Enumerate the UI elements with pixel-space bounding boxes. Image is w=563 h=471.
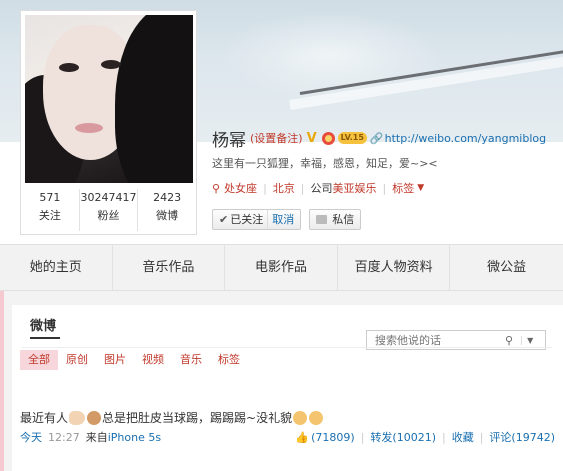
city-link[interactable]: 北京: [273, 180, 295, 196]
tab-home[interactable]: 她的主页: [0, 245, 113, 290]
like-count[interactable]: (71809): [311, 431, 355, 444]
stat-posts[interactable]: 2423 微博: [138, 189, 196, 231]
repost-link[interactable]: 转发(10021): [370, 429, 436, 445]
chevron-down-icon[interactable]: ▼: [521, 335, 533, 345]
post-text-part2: 总是把肚皮当球踢，踢踢踢~没礼貌: [102, 411, 293, 425]
divider: [22, 347, 552, 348]
name-row: 杨幂 (设置备注) V LV.15 🔗 http://weibo.com/yan…: [212, 126, 546, 151]
separator: |: [360, 430, 365, 444]
search-input[interactable]: [367, 333, 497, 347]
set-remark-link[interactable]: (设置备注): [250, 130, 303, 146]
filter-music[interactable]: 音乐: [172, 350, 210, 370]
followed-label: 已关注: [230, 213, 264, 226]
post-text: 最近有人 总是把肚皮当球踢，踢踢踢~没礼貌: [20, 409, 324, 426]
left-accent: [0, 291, 4, 471]
stat-followers[interactable]: 30247417 粉丝: [80, 189, 139, 231]
stat-following[interactable]: 571 关注: [21, 189, 80, 231]
filter-images[interactable]: 图片: [96, 350, 134, 370]
level-badge[interactable]: LV.15: [337, 132, 367, 144]
member-icon[interactable]: [321, 131, 335, 145]
stat-value: 30247417: [80, 191, 137, 204]
post-from-label: 来自: [85, 431, 108, 444]
profile-tabs: 她的主页 音乐作品 电影作品 百度人物资料 微公益: [0, 244, 563, 291]
followed-button[interactable]: ✔ 已关注 取消: [212, 209, 302, 230]
comment-link[interactable]: 评论(19742): [489, 429, 555, 445]
tab-movies[interactable]: 电影作品: [225, 245, 338, 290]
verified-v-icon[interactable]: V: [307, 132, 320, 145]
avatar-eye-left: [59, 63, 79, 72]
tab-music[interactable]: 音乐作品: [113, 245, 226, 290]
filter-original[interactable]: 原创: [58, 350, 96, 370]
feed-panel: 微博 ⚲ ▼ 全部 原创 图片 视频 音乐 标签 最近有人 总是把肚皮当球踢，踢…: [12, 305, 563, 471]
feed-title-underline: [30, 337, 60, 339]
profile-name: 杨幂: [212, 130, 246, 151]
separator: |: [382, 181, 387, 195]
filter-tags[interactable]: 标签: [210, 350, 248, 370]
profile-bio: 这里有一只狐狸，幸福，感恩，知足，爱~><: [212, 157, 438, 170]
post-device-link[interactable]: iPhone 5s: [108, 431, 161, 444]
link-icon: 🔗: [369, 131, 384, 145]
message-label: 私信: [332, 213, 355, 226]
search-icon[interactable]: ⚲: [505, 334, 513, 347]
feed-title: 微博: [30, 319, 57, 334]
thumbs-up-icon[interactable]: 👍: [295, 431, 309, 444]
stat-value: 2423: [153, 191, 182, 204]
angry-face-emoji-icon: [309, 410, 324, 425]
monkey-emoji-icon: [87, 410, 102, 425]
post-actions: 👍 (71809) | 转发(10021) | 收藏 | 评论(19742): [295, 429, 555, 445]
profile-url-link[interactable]: http://weibo.com/yangmiblog: [385, 132, 546, 145]
dizzy-face-emoji-icon: [293, 410, 308, 425]
tags-dropdown[interactable]: 标签: [392, 180, 414, 196]
stat-label: 关注: [38, 209, 61, 222]
profile-info-row: ⚲ 处女座 | 北京 | 公司 美亚娱乐 | 标签 ▼: [212, 180, 424, 196]
separator: |: [300, 181, 305, 195]
company-prefix: 公司: [310, 182, 333, 195]
profile-stats: 571 关注 30247417 粉丝 2423 微博: [21, 189, 196, 231]
post-time-link[interactable]: 今天: [20, 429, 42, 445]
tab-baidu-profile[interactable]: 百度人物资料: [338, 245, 451, 290]
message-button[interactable]: 私信: [309, 209, 362, 230]
mail-icon: [316, 215, 328, 224]
location-pin-icon: ⚲: [212, 181, 221, 195]
filter-all[interactable]: 全部: [20, 350, 58, 370]
post-clock: 12:27: [48, 430, 80, 444]
separator: |: [479, 430, 484, 444]
action-buttons: ✔ 已关注 取消 私信: [212, 209, 362, 230]
pointing-hand-emoji-icon: [69, 410, 86, 425]
stat-label: 粉丝: [97, 209, 120, 222]
separator: |: [441, 430, 446, 444]
company-link[interactable]: 美亚娱乐: [333, 180, 377, 196]
avatar-eye-right: [101, 60, 121, 69]
post-meta: 今天 12:27 来自 iPhone 5s 👍 (71809) | 转发(100…: [20, 429, 555, 445]
feed-filters: 全部 原创 图片 视频 音乐 标签: [20, 350, 248, 370]
zodiac-link[interactable]: 处女座: [224, 180, 257, 196]
check-icon: ✔: [219, 213, 229, 226]
stat-value: 571: [39, 191, 61, 204]
stat-label: 微博: [156, 209, 179, 222]
avatar-hair-right: [115, 15, 193, 183]
avatar-card: 571 关注 30247417 粉丝 2423 微博: [20, 10, 197, 235]
chevron-down-icon[interactable]: ▼: [417, 183, 424, 193]
tab-charity[interactable]: 微公益: [450, 245, 563, 290]
avatar[interactable]: [25, 15, 193, 183]
separator: |: [263, 181, 267, 195]
post-text-part1: 最近有人: [20, 411, 69, 425]
filter-videos[interactable]: 视频: [134, 350, 172, 370]
avatar-lips: [75, 123, 103, 133]
favorite-link[interactable]: 收藏: [452, 429, 474, 445]
unfollow-link[interactable]: 取消: [267, 210, 294, 229]
